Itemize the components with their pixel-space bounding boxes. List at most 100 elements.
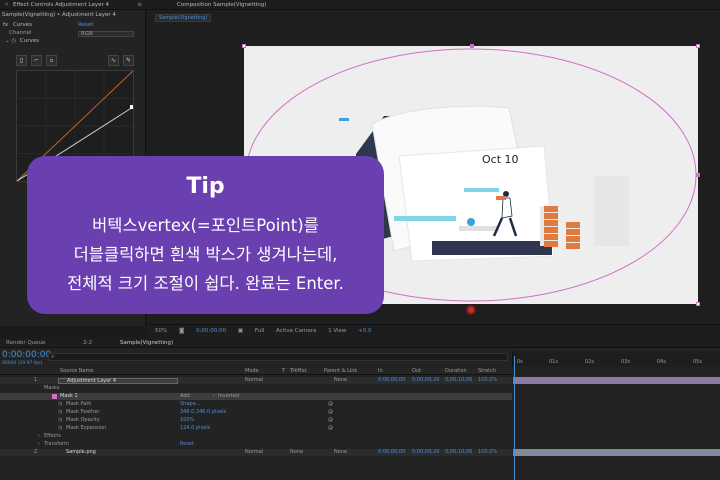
link-icon[interactable]: @	[328, 417, 333, 424]
mask-color-swatch[interactable]	[52, 394, 57, 399]
layer-stretch[interactable]: 100.0%	[478, 449, 497, 456]
chevron-right-icon[interactable]: ›	[38, 441, 40, 448]
layer-out[interactable]: 0;00;09;29	[412, 377, 439, 384]
mask-expansion-row[interactable]: ◷ Mask Expansion 124.0 pixels @	[0, 425, 512, 432]
mask-vertex-right[interactable]	[696, 173, 700, 177]
rgb-toggle-icon[interactable]: ▯	[16, 54, 27, 66]
mask-vertex-top-left[interactable]	[242, 44, 246, 48]
exposure-value[interactable]: +0.0	[358, 328, 371, 334]
composition-tab[interactable]: Composition Sample(Vignetting)	[147, 0, 720, 10]
link-icon[interactable]: @	[328, 409, 333, 416]
transform-row[interactable]: › Transform Reset	[0, 441, 512, 448]
col-duration[interactable]: Duration	[445, 368, 467, 375]
layer-mode[interactable]: Normal	[245, 449, 263, 456]
tab-2-2[interactable]: 2-2	[83, 340, 92, 346]
layer1-track-bar[interactable]	[513, 377, 720, 384]
snapshot-icon[interactable]: ▣	[238, 328, 243, 334]
mask-vertex-bottom-right[interactable]	[696, 302, 700, 306]
effects-row[interactable]: › Effects	[0, 433, 512, 440]
layer-duration[interactable]: 0;00;10;00	[445, 377, 472, 384]
mask-path-value[interactable]: Shape...	[180, 401, 200, 408]
camera-dropdown[interactable]: Active Camera	[276, 328, 316, 334]
layer-parent[interactable]: None	[334, 449, 347, 456]
channel-dropdown[interactable]: RGB	[78, 30, 134, 37]
col-source-name[interactable]: Source Name	[60, 368, 94, 375]
panel-menu-icon[interactable]: ≡	[137, 1, 142, 8]
mask-opacity-value[interactable]: 100%	[180, 417, 194, 424]
layer-in[interactable]: 0;00;00;00	[378, 377, 405, 384]
layer-row-adjustment[interactable]: 1 Adjustment Layer 4 Normal None 0;00;00…	[0, 377, 512, 385]
stopwatch-icon[interactable]: ◷	[58, 401, 62, 408]
link-icon[interactable]: @	[328, 401, 333, 408]
effect-controls-tab[interactable]: ✕ Effect Controls Adjustment Layer 4 ≡	[0, 0, 146, 10]
tip-title: Tip	[186, 174, 225, 199]
timeline-tabs: Render Queue 2-2 Sample(Vignetting)	[0, 338, 720, 348]
fx-icon[interactable]: fx	[3, 22, 8, 28]
save-icon[interactable]: ▫	[46, 54, 57, 66]
link-icon[interactable]: @	[328, 425, 333, 432]
mask-feather-row[interactable]: ◷ Mask Feather 346.0,346.0 pixels @	[0, 409, 512, 416]
masks-row[interactable]: Masks	[0, 385, 512, 392]
curve-tool-icon[interactable]: ∿	[108, 54, 119, 66]
layer-out[interactable]: 0;00;09;29	[412, 449, 439, 456]
mask-opacity-row[interactable]: ◷ Mask Opacity 100% @	[0, 417, 512, 424]
tab-sample-vignetting[interactable]: Sample(Vignetting)	[120, 340, 173, 346]
col-trkmat[interactable]: TrkMat	[290, 368, 307, 375]
transform-reset[interactable]: Reset	[180, 441, 194, 448]
composition-sub-tab[interactable]: Sample(Vignetting)	[155, 14, 212, 22]
layer-row-sample[interactable]: 2 Sample.png Normal None None 0;00;00;00…	[0, 449, 512, 457]
mask-vertex-top[interactable]	[470, 44, 474, 48]
stopwatch-icon[interactable]: ◷	[11, 38, 16, 44]
views-dropdown[interactable]: 1 View	[328, 328, 346, 334]
playhead[interactable]	[514, 356, 515, 480]
stopwatch-icon[interactable]: ◷	[58, 425, 62, 432]
layer-duration[interactable]: 0;00;10;00	[445, 449, 472, 456]
mask-feather-value[interactable]: 346.0,346.0 pixels	[180, 409, 226, 416]
mask-vertex-top-right[interactable]	[696, 44, 700, 48]
col-mode[interactable]: Mode	[245, 368, 259, 375]
checkbox-icon[interactable]: ✓	[212, 393, 216, 400]
time-ruler[interactable]: 0s 01s 02s 03s 04s 05s	[512, 351, 720, 367]
col-out[interactable]: Out	[412, 368, 421, 375]
mask1-invert[interactable]: Inverted	[218, 393, 239, 400]
stopwatch-icon[interactable]: ◷	[58, 417, 62, 424]
resolution-dropdown[interactable]: Full	[255, 328, 264, 334]
selection-cursor-icon[interactable]	[466, 305, 476, 315]
chevron-right-icon[interactable]: ›	[38, 433, 40, 440]
camera-icon[interactable]: ◙	[179, 328, 184, 334]
breadcrumb: Sample(Vignetting) • Adjustment Layer 4	[2, 12, 116, 18]
col-parent-link[interactable]: Parent & Link	[324, 368, 357, 375]
masks-label: Masks	[44, 385, 60, 391]
col-in[interactable]: In	[378, 368, 383, 375]
close-icon[interactable]: ✕	[4, 1, 9, 8]
col-stretch[interactable]: Stretch	[478, 368, 496, 375]
mask1-mode[interactable]: Add	[180, 393, 190, 400]
layer-mode[interactable]: Normal	[245, 377, 263, 384]
layer-in[interactable]: 0;00;00;00	[378, 449, 405, 456]
timeline-timecode[interactable]: 0:00:00:00	[2, 351, 51, 360]
layer-trkmat[interactable]: None	[290, 449, 303, 456]
layer-stretch[interactable]: 100.0%	[478, 377, 497, 384]
curve-point[interactable]	[130, 105, 134, 109]
layer-name-field[interactable]: Adjustment Layer 4	[58, 377, 178, 384]
mask1-row[interactable]: Mask 1 Add ✓ Inverted	[0, 393, 512, 401]
timeline-search-input[interactable]: ⌕	[48, 353, 508, 361]
reset-link[interactable]: Reset	[78, 22, 93, 29]
zoom-dropdown[interactable]: 50%	[155, 328, 167, 334]
stopwatch-icon[interactable]: ◷	[58, 409, 62, 416]
layer-parent[interactable]: None	[334, 377, 347, 384]
mask-expansion-label: Mask Expansion	[66, 425, 107, 431]
footer-timecode[interactable]: 0;00;00;00	[196, 328, 226, 334]
mask-path-row[interactable]: ◷ Mask Path Shape... @	[0, 401, 512, 408]
effect-row-curves[interactable]: fx Curves Reset	[0, 22, 146, 29]
pencil-icon[interactable]: ✎	[123, 54, 134, 66]
layer-number: 2	[34, 449, 38, 455]
tab-render-queue[interactable]: Render Queue	[6, 340, 45, 346]
mask-expansion-value[interactable]: 124.0 pixels	[180, 425, 210, 432]
open-icon[interactable]: ⌐	[31, 54, 42, 66]
effect-controls-tab-label: Effect Controls Adjustment Layer 4	[13, 1, 110, 8]
col-t[interactable]: T	[282, 368, 285, 375]
chevron-down-icon[interactable]: ⌄	[5, 38, 10, 44]
ruler-label: 0s	[517, 359, 523, 365]
layer2-track-bar[interactable]	[513, 449, 720, 456]
